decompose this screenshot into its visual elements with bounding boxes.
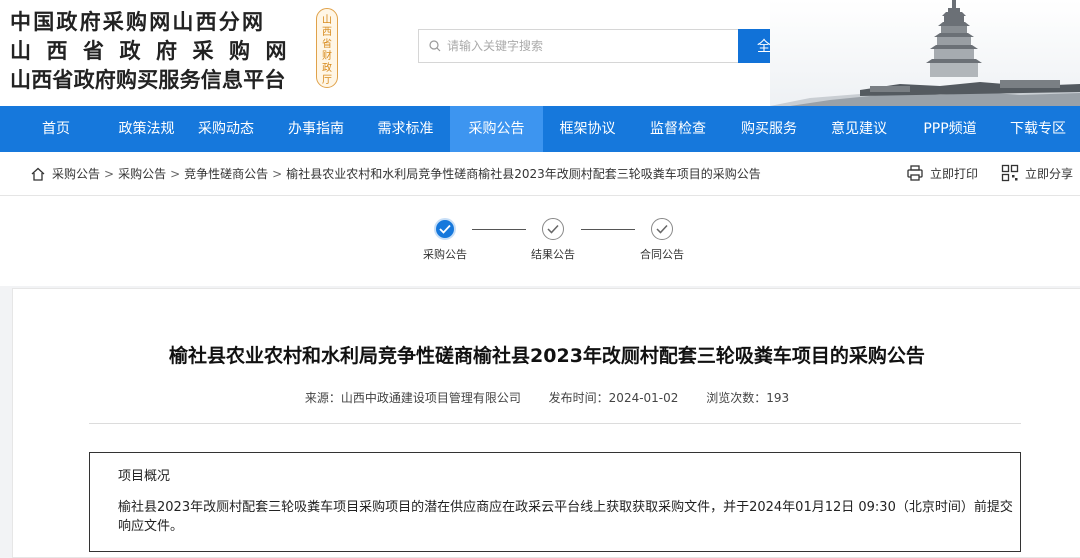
breadcrumb-separator: > — [104, 167, 115, 181]
project-overview-box: 项目概况 榆社县2023年改厕村配套三轮吸粪车项目采购项目的潜在供应商应在政采云… — [89, 452, 1021, 552]
print-label: 立即打印 — [930, 166, 979, 181]
article-meta: 来源：山西中政通建设项目管理有限公司 发布时间：2024-01-02 浏览次数：… — [13, 389, 1080, 406]
step-check-icon — [434, 218, 456, 240]
breadcrumb-bar: 采购公告 > 采购公告 > 竞争性磋商公告 > 榆社县农业农村和水利局竞争性磋商榆社县202… — [0, 152, 1080, 196]
breadcrumb-item[interactable]: 采购公告 — [118, 167, 166, 181]
search-box — [418, 29, 740, 63]
seal-text: 山西省财政厅 — [322, 15, 332, 86]
section-heading: 项目概况 — [118, 469, 171, 484]
nav-item[interactable]: 意见建议 — [814, 106, 904, 152]
step-check-icon — [651, 218, 673, 240]
nav-item[interactable]: 需求标准 — [361, 106, 450, 152]
overview-paragraph-text: 榆社县2023年改厕村配套三轮吸粪车项目采购项目的潜在供应商应在政采云平台线上获… — [118, 500, 1013, 534]
article-source: 来源：山西中政通建设项目管理有限公司 — [304, 391, 521, 405]
breadcrumb-item[interactable]: 采购公告 — [52, 167, 100, 181]
logo-line-3: 山西省政府购买服务信息平台 — [10, 68, 286, 92]
main-nav: 首页 政策法规 采购动态 办事指南 需求标准 采购公告 框架协议 监督检查 购买服务 意见建议 PP… — [0, 106, 1080, 152]
step-label: 合同公告 — [640, 248, 684, 261]
article-publish-time: 发布时间：2024-01-02 — [548, 391, 679, 405]
nav-item[interactable]: 政策法规 — [112, 106, 181, 152]
share-label: 立即分享 — [1025, 166, 1074, 181]
finance-department-seal: 山西省财政厅 — [316, 8, 338, 88]
step-contract-announcement[interactable]: 合同公告 — [632, 218, 692, 262]
nav-item[interactable]: 监督检查 — [632, 106, 724, 152]
nav-item[interactable]: 办事指南 — [271, 106, 361, 152]
site-logo[interactable]: 中国政府采购网山西分网 山西省政府采购网 山西省政府购买服务信息平台 — [10, 8, 302, 95]
step-procurement-announcement[interactable]: 采购公告 — [415, 218, 475, 262]
printer-icon — [907, 165, 923, 181]
qr-code-icon — [1001, 164, 1019, 182]
nav-item[interactable]: 采购公告 — [450, 106, 543, 152]
step-label: 采购公告 — [423, 248, 467, 261]
nav-item[interactable]: PPP频道 — [904, 106, 996, 152]
announcement-progress-steps: 采购公告 结果公告 合同公告 — [0, 196, 1080, 286]
nav-item[interactable]: 下载专区 — [996, 106, 1080, 152]
breadcrumb-item[interactable]: 竞争性磋商公告 — [184, 167, 268, 181]
step-label: 结果公告 — [531, 248, 575, 261]
logo-line-2: 山西省政府采购网 — [10, 39, 302, 63]
nav-item[interactable]: 首页 — [0, 106, 112, 152]
share-button[interactable]: 立即分享 — [1001, 164, 1073, 182]
search-icon — [429, 40, 441, 52]
search-input[interactable] — [447, 39, 727, 53]
logo-line-1: 中国政府采购网山西分网 — [10, 10, 266, 34]
divider — [89, 423, 1021, 424]
nav-item[interactable]: 购买服务 — [724, 106, 814, 152]
step-check-icon — [542, 218, 564, 240]
site-header: 中国政府采购网山西分网 山西省政府采购网 山西省政府购买服务信息平台 山西省财政… — [0, 0, 1080, 106]
article-panel: 榆社县农业农村和水利局竞争性磋商榆社县2023年改厕村配套三轮吸粪车项目的采购公… — [12, 288, 1080, 558]
breadcrumb-current: 榆社县农业农村和水利局竞争性磋商榆社县2023年改厕村配套三轮吸粪车项目的采购公… — [286, 167, 761, 181]
print-button[interactable]: 立即打印 — [906, 164, 978, 182]
nav-item[interactable]: 采购动态 — [181, 106, 271, 152]
step-result-announcement[interactable]: 结果公告 — [523, 218, 583, 262]
step-connector — [472, 229, 526, 230]
overview-paragraph: 榆社县2023年改厕村配套三轮吸粪车项目采购项目的潜在供应商应在政采云平台线上获… — [90, 498, 1020, 536]
breadcrumb: 采购公告 > 采购公告 > 竞争性磋商公告 > 榆社县农业农村和水利局竞争性磋商榆社县202… — [52, 166, 761, 182]
home-icon[interactable] — [30, 166, 46, 182]
step-connector — [581, 229, 635, 230]
nav-item[interactable]: 框架协议 — [543, 106, 632, 152]
breadcrumb-separator: > — [170, 167, 181, 181]
article-view-count: 浏览次数：193 — [706, 391, 790, 405]
article-title: 榆社县农业农村和水利局竞争性磋商榆社县2023年改厕村配套三轮吸粪车项目的采购公… — [169, 345, 925, 367]
breadcrumb-separator: > — [272, 167, 283, 181]
pagoda-banner-illustration — [770, 0, 1080, 106]
